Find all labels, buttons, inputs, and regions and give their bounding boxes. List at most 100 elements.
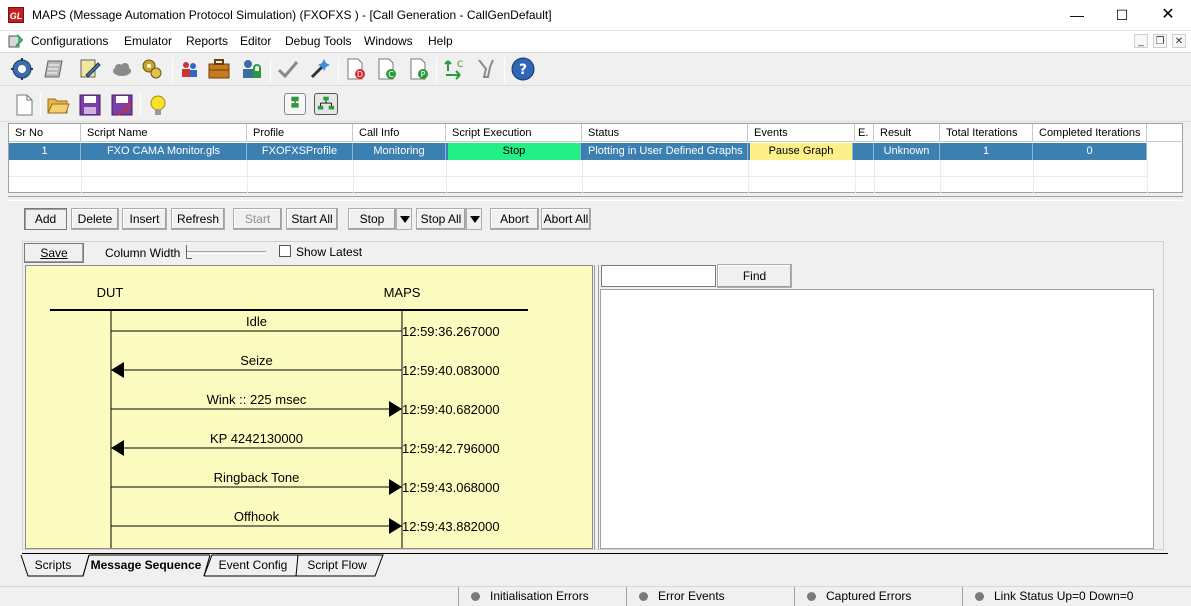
tab-scripts[interactable]: Scripts bbox=[30, 556, 76, 576]
arrowhead-left-icon bbox=[111, 440, 124, 456]
delete-button[interactable]: Delete bbox=[71, 208, 119, 230]
lightbulb-icon[interactable] bbox=[146, 93, 170, 117]
column-header-events[interactable]: Events bbox=[748, 124, 855, 142]
menu-windows[interactable]: Windows bbox=[364, 34, 413, 48]
app-logo-icon: GL bbox=[8, 7, 24, 23]
tab-script-flow[interactable]: Script Flow bbox=[301, 556, 373, 576]
maximize-button[interactable]: ☐ bbox=[1099, 0, 1145, 31]
column-header-script-execution[interactable]: Script Execution bbox=[446, 124, 582, 142]
show-latest-checkbox[interactable] bbox=[279, 245, 291, 257]
cell-events-pause-graph[interactable]: Pause Graph bbox=[750, 143, 853, 160]
find-input[interactable] bbox=[601, 265, 716, 287]
menu-debug-tools[interactable]: Debug Tools bbox=[285, 34, 352, 48]
tools-icon[interactable] bbox=[474, 57, 498, 81]
column-header-sr-no[interactable]: Sr No bbox=[9, 124, 81, 142]
svg-text:C: C bbox=[388, 70, 394, 79]
configuration-icon[interactable] bbox=[10, 57, 34, 81]
save-button[interactable]: Save bbox=[24, 243, 84, 263]
menu-configurations[interactable]: Configurations bbox=[31, 34, 108, 48]
abort-button[interactable]: Abort bbox=[490, 208, 539, 230]
insert-button[interactable]: Insert bbox=[122, 208, 167, 230]
column-header-e[interactable]: E. bbox=[855, 124, 874, 142]
arrowhead-right-icon bbox=[389, 401, 402, 417]
document-c-icon[interactable]: C bbox=[375, 57, 399, 81]
open-folder-icon[interactable] bbox=[46, 93, 70, 117]
profile-editor-icon[interactable] bbox=[78, 57, 102, 81]
arrowhead-right-icon bbox=[389, 518, 402, 534]
settings-gears-icon[interactable] bbox=[140, 57, 164, 81]
message-detail-area[interactable] bbox=[600, 289, 1154, 549]
toolbar-separator bbox=[40, 93, 41, 117]
exchange-icon[interactable]: C bbox=[442, 57, 466, 81]
start-all-button[interactable]: Start All bbox=[286, 208, 338, 230]
message-label[interactable]: KP 4242130000 bbox=[210, 431, 303, 446]
show-latest-label: Show Latest bbox=[296, 245, 363, 259]
user-lock-icon[interactable] bbox=[239, 57, 263, 81]
stop-button[interactable]: Stop bbox=[348, 208, 396, 230]
svg-text:?: ? bbox=[519, 62, 527, 78]
horizontal-splitter[interactable] bbox=[8, 196, 1183, 201]
status-captured-errors[interactable]: Captured Errors bbox=[794, 587, 962, 606]
add-button[interactable]: Add bbox=[24, 208, 67, 230]
mdi-restore-button[interactable]: ❐ bbox=[1153, 34, 1167, 48]
sequence-messages: Idle 12:59:36.267000 Seize 12:59:40.083000 W… bbox=[111, 314, 500, 534]
column-width-slider[interactable] bbox=[186, 251, 266, 254]
column-header-script-name[interactable]: Script Name bbox=[81, 124, 247, 142]
menu-editor[interactable]: Editor bbox=[240, 34, 271, 48]
abort-all-button[interactable]: Abort All bbox=[541, 208, 591, 230]
stop-all-button[interactable]: Stop All bbox=[416, 208, 466, 230]
list-icon[interactable] bbox=[42, 57, 66, 81]
table-row[interactable]: 1 FXO CAMA Monitor.gls FXOFXSProfile Mon… bbox=[9, 143, 1147, 160]
briefcase-icon[interactable] bbox=[207, 57, 231, 81]
checkmark-icon[interactable] bbox=[276, 57, 300, 81]
save-icon[interactable] bbox=[78, 93, 102, 117]
close-button[interactable]: ✕ bbox=[1145, 0, 1191, 31]
document-d-icon[interactable]: D bbox=[344, 57, 368, 81]
column-header-total-iterations[interactable]: Total Iterations bbox=[940, 124, 1033, 142]
save-as-icon[interactable] bbox=[110, 93, 134, 117]
menu-emulator[interactable]: Emulator bbox=[124, 34, 172, 48]
tree-layout-icon[interactable] bbox=[314, 93, 338, 115]
column-header-status[interactable]: Status bbox=[582, 124, 748, 142]
column-header-completed-iterations[interactable]: Completed Iterations bbox=[1033, 124, 1147, 142]
minimize-button[interactable]: — bbox=[1054, 0, 1100, 31]
column-header-profile[interactable]: Profile bbox=[247, 124, 353, 142]
grid-line bbox=[874, 160, 875, 193]
cloud-icon[interactable] bbox=[110, 57, 134, 81]
column-header-result[interactable]: Result bbox=[874, 124, 940, 142]
wizard-icon[interactable] bbox=[308, 57, 332, 81]
status-error-events[interactable]: Error Events bbox=[626, 587, 794, 606]
message-timestamp: 12:59:40.083000 bbox=[402, 363, 500, 378]
message-label[interactable]: Ringback Tone bbox=[214, 470, 300, 485]
help-icon[interactable]: ? bbox=[511, 57, 535, 81]
grid-line bbox=[748, 160, 749, 193]
mdi-minimize-button[interactable]: _ bbox=[1134, 34, 1148, 48]
tab-message-sequence[interactable]: Message Sequence bbox=[86, 556, 206, 576]
stop-dropdown-icon[interactable] bbox=[396, 208, 412, 230]
vertical-layout-icon[interactable] bbox=[284, 93, 306, 115]
document-p-icon[interactable]: P bbox=[407, 57, 431, 81]
users-icon[interactable] bbox=[178, 57, 202, 81]
cell-script-execution-stop[interactable]: Stop bbox=[448, 143, 581, 160]
mdi-close-button[interactable]: ✕ bbox=[1172, 34, 1186, 48]
column-width-slider-thumb[interactable] bbox=[186, 245, 192, 259]
cell-sr-no: 1 bbox=[9, 143, 81, 160]
status-initialisation-errors[interactable]: Initialisation Errors bbox=[458, 587, 626, 606]
vertical-splitter[interactable] bbox=[594, 265, 599, 549]
app-menu-icon[interactable] bbox=[8, 33, 24, 49]
tab-event-config[interactable]: Event Config bbox=[214, 556, 292, 576]
message-label[interactable]: Seize bbox=[240, 353, 273, 368]
find-button[interactable]: Find bbox=[717, 264, 792, 288]
grid-line bbox=[855, 160, 856, 193]
message-label[interactable]: Wink :: 225 msec bbox=[207, 392, 307, 407]
start-button[interactable]: Start bbox=[233, 208, 282, 230]
menu-help[interactable]: Help bbox=[428, 34, 453, 48]
menu-reports[interactable]: Reports bbox=[186, 34, 228, 48]
stop-all-dropdown-icon[interactable] bbox=[466, 208, 482, 230]
grid-line bbox=[1033, 160, 1034, 193]
message-label[interactable]: Offhook bbox=[234, 509, 280, 524]
new-file-icon[interactable] bbox=[12, 93, 36, 117]
message-label[interactable]: Idle bbox=[246, 314, 267, 329]
column-header-call-info[interactable]: Call Info bbox=[353, 124, 446, 142]
refresh-button[interactable]: Refresh bbox=[171, 208, 225, 230]
